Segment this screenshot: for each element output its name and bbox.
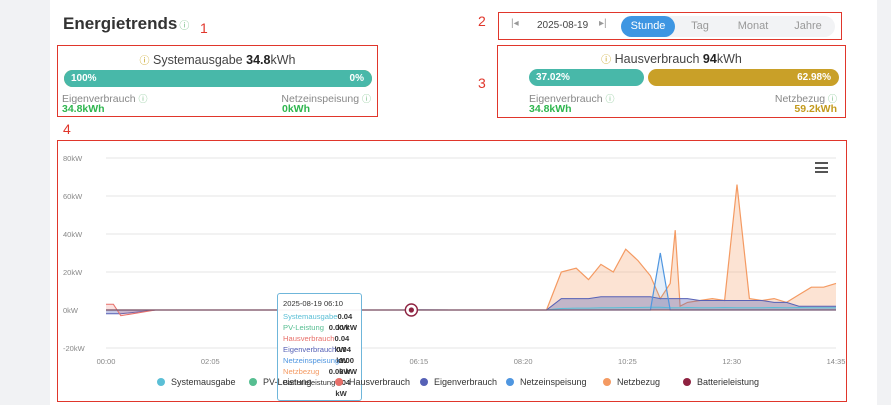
legend-label: PV-Leistung: [263, 377, 312, 387]
legend-label: Batterieleistung: [697, 377, 760, 387]
chart-menu-icon[interactable]: [815, 162, 828, 176]
x-tick-label: 10:25: [618, 357, 637, 366]
tooltip-label: Hausverbrauch: [283, 334, 335, 343]
y-tick-label: 80kW: [63, 154, 83, 163]
tooltip-value: 0.00 kW: [328, 323, 357, 332]
legend-item-hausverbrauch[interactable]: Hausverbrauch: [335, 377, 410, 387]
legend-item-systemausgabe[interactable]: Systemausgabe: [157, 377, 236, 387]
tooltip-value: 0.04 kW: [337, 312, 353, 332]
legend-dot: [683, 378, 691, 386]
tooltip-label: Netzbezug: [283, 367, 320, 376]
legend-label: Eigenverbrauch: [434, 377, 498, 387]
tooltip-row: Eigenverbrauch 0.04 kW: [283, 344, 357, 365]
tooltip-label: Systemausgabe: [283, 312, 338, 321]
x-tick-label: 02:05: [201, 357, 220, 366]
x-tick-label: 06:15: [409, 357, 428, 366]
x-tick-label: 00:00: [97, 357, 116, 366]
x-tick-label: 12:30: [722, 357, 741, 366]
legend-item-netzbezug[interactable]: Netzbezug: [603, 377, 660, 387]
tooltip-row: Netzeinspeisung 0.00 kW: [283, 355, 357, 376]
legend-item-pv-leistung[interactable]: PV-Leistung: [249, 377, 312, 387]
tooltip-row: Netzbezug 0.00 kW: [283, 366, 357, 377]
y-tick-label: 40kW: [63, 230, 83, 239]
legend-dot: [249, 378, 257, 386]
legend-label: Systemausgabe: [171, 377, 236, 387]
legend-label: Netzbezug: [617, 377, 661, 387]
tooltip-value: 0.00 kW: [328, 367, 357, 376]
tooltip-row: Hausverbrauch 0.04 kW: [283, 333, 357, 354]
legend-item-eigenverbrauch[interactable]: Eigenverbrauch: [420, 377, 497, 387]
legend-dot: [506, 378, 514, 386]
tooltip-label: Eigenverbrauch: [283, 345, 337, 354]
legend-dot: [420, 378, 428, 386]
y-tick-label: 60kW: [63, 192, 83, 201]
hover-marker-dot: [408, 307, 414, 313]
legend-item-netzeinspeisung[interactable]: Netzeinspeisung: [506, 377, 587, 387]
y-tick-label: 20kW: [63, 268, 83, 277]
tooltip-value: 0.04 kW: [336, 345, 351, 365]
tooltip-label: PV-Leistung: [283, 323, 324, 332]
tooltip-row: PV-Leistung 0.00 kW: [283, 322, 357, 333]
energy-chart[interactable]: 80kW60kW40kW20kW0kW-20kW00:0002:0504:100…: [0, 0, 891, 405]
tooltip-value: 0.00 kW: [339, 356, 354, 376]
energy-trends-page: Energietrends ⓘ 1 2 3 4 ⓘ Systemausgabe 3…: [0, 0, 891, 405]
y-tick-label: 0kW: [63, 306, 79, 315]
series-area-netzbezug: [106, 184, 836, 310]
x-tick-label: 14:35: [827, 357, 846, 366]
legend-dot: [603, 378, 611, 386]
tooltip-value: 0.04 kW: [334, 334, 350, 354]
legend-dot: [157, 378, 165, 386]
legend-dot: [335, 378, 343, 386]
y-tick-label: -20kW: [63, 344, 86, 353]
tooltip-label: Netzeinspeisung: [283, 356, 340, 365]
legend-label: Netzeinspeisung: [520, 377, 587, 387]
tooltip-date: 2025-08-19 06:10: [283, 299, 343, 308]
x-tick-label: 08:20: [514, 357, 533, 366]
legend-label: Hausverbrauch: [349, 377, 411, 387]
tooltip-row: Systemausgabe 0.04 kW: [283, 311, 357, 332]
legend-item-batterieleistung[interactable]: Batterieleistung: [683, 377, 759, 387]
